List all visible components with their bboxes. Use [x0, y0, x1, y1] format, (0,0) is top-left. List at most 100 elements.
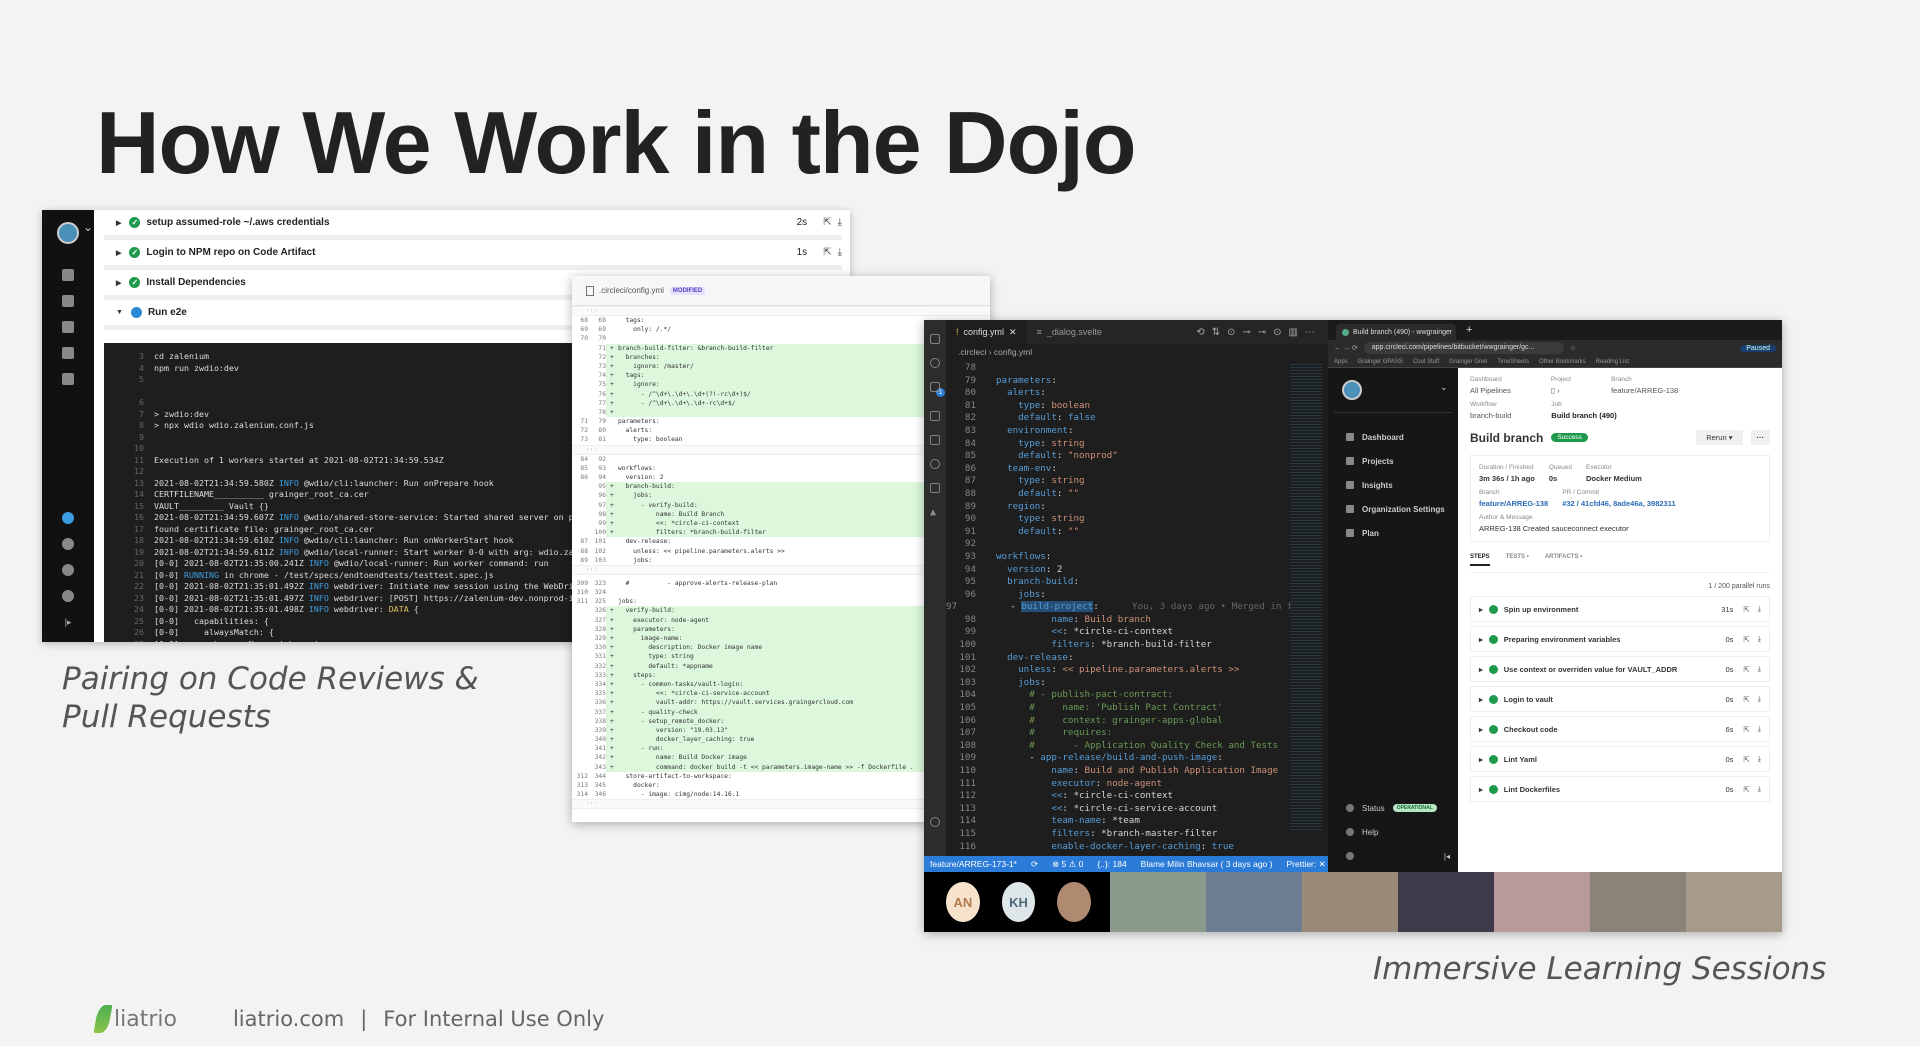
step-row[interactable]: ▶ ✓ setup assumed-role ~/.aws credentials 2… — [104, 210, 842, 240]
crumb-project[interactable]: ▯ › — [1551, 386, 1571, 395]
bookmark[interactable]: TimeSheets — [1497, 359, 1529, 365]
browser-tab[interactable]: Build branch (490) - wwgrainger — [1336, 324, 1456, 340]
expand-arrow-icon[interactable]: ▸ — [1479, 665, 1483, 674]
bookmark[interactable]: Reading List — [1596, 359, 1629, 365]
expand-arrow-icon[interactable]: ▶ — [116, 219, 121, 227]
plan-icon[interactable] — [62, 373, 74, 385]
user-icon[interactable] — [62, 590, 74, 602]
expand-arrow-icon[interactable]: ▸ — [1479, 725, 1483, 734]
nav-item[interactable]: Projects — [1346, 449, 1458, 473]
url-bar[interactable]: app.circleci.com/pipelines/bitbucket/wwg… — [1363, 342, 1564, 354]
expand-arrow-icon[interactable]: ▸ — [1479, 695, 1483, 704]
open-external-icon[interactable]: ⇱ — [1743, 725, 1749, 734]
status-icon[interactable] — [62, 538, 74, 550]
bookmark[interactable]: Grainger GPASS — [1358, 359, 1403, 365]
bookmark[interactable]: Cool Stuff — [1413, 359, 1439, 365]
editor-toolbar[interactable]: ⟲⇅⊙⊸⊸⊙▥⋯ — [1196, 327, 1328, 338]
job-step-row[interactable]: ▸ Use context or overriden value for VAUL… — [1470, 656, 1770, 682]
download-icon[interactable]: ⤓ — [838, 247, 842, 258]
commit-links[interactable]: 41cfd46, 8ade46a, 3982311 — [1581, 499, 1676, 508]
step-row[interactable]: ▶ ✓ Login to NPM repo on Code Artifact 1s ⇱ ⤓ — [104, 240, 842, 270]
job-step-row[interactable]: ▸ Spin up environment 31s ⇱ ⤓ — [1470, 596, 1770, 622]
job-step-row[interactable]: ▸ Lint Yaml 0s ⇱ ⤓ — [1470, 746, 1770, 772]
problems-status[interactable]: ⊗ 5 ⚠ 0 — [1052, 859, 1083, 870]
open-external-icon[interactable]: ⇱ — [1743, 665, 1749, 674]
download-icon[interactable]: ⤓ — [1758, 724, 1761, 734]
expand-arrow-icon[interactable]: ▼ — [116, 309, 123, 316]
new-tab-button[interactable]: + — [1466, 324, 1472, 336]
insights-icon[interactable] — [62, 321, 74, 333]
status-link[interactable]: Status OPERATIONAL — [1346, 796, 1450, 820]
explorer-icon[interactable] — [930, 334, 940, 344]
job-step-row[interactable]: ▸ Checkout code 6s ⇱ ⤓ — [1470, 716, 1770, 742]
extensions-icon[interactable] — [930, 435, 940, 445]
expand-arrow-icon[interactable]: ▶ — [116, 279, 121, 287]
open-external-icon[interactable]: ⇱ — [823, 247, 831, 258]
help-link[interactable]: Help — [1346, 820, 1450, 844]
crumb-branch[interactable]: feature/ARREG-138 — [1611, 386, 1678, 395]
job-step-row[interactable]: ▸ Lint Dockerfiles 0s ⇱ ⤓ — [1470, 776, 1770, 802]
dashboard-icon[interactable] — [62, 269, 74, 281]
job-step-row[interactable]: ▸ Preparing environment variables 0s ⇱ ⤓ — [1470, 626, 1770, 652]
expand-arrow-icon[interactable]: ▸ — [1479, 755, 1483, 764]
open-external-icon[interactable]: ⇱ — [823, 217, 831, 228]
expand-arrow-icon[interactable]: ▸ — [1479, 605, 1483, 614]
open-external-icon[interactable]: ⇱ — [1743, 755, 1749, 764]
crumb-all-pipelines[interactable]: All Pipelines — [1470, 386, 1511, 395]
crumb-workflow[interactable]: branch-build — [1470, 411, 1511, 420]
bookmark[interactable]: Grainger Gnet — [1449, 359, 1487, 365]
code-lines[interactable]: 78 79 parameters: 80 alerts: 81 type: boolea… — [946, 362, 1292, 853]
download-icon[interactable]: ⤓ — [1758, 754, 1761, 764]
rerun-button[interactable]: Rerun ▾ — [1696, 430, 1743, 445]
open-external-icon[interactable]: ⇱ — [1743, 635, 1749, 644]
collapse-icon[interactable]: |◂ — [1444, 852, 1450, 861]
braces-status[interactable]: {..}: 184 — [1097, 859, 1126, 869]
chevron-down-icon[interactable]: ⌄ — [1440, 382, 1448, 393]
tab-dialog-svelte[interactable]: ≡ _dialog.svelte — [1027, 320, 1112, 344]
tab-artifacts[interactable]: ARTIFACTS • — [1545, 554, 1582, 566]
org-avatar-icon[interactable] — [1342, 380, 1362, 400]
expand-hunk-button[interactable]: ··· — [572, 306, 990, 316]
prettier-status[interactable]: Prettier: ✕ — [1286, 859, 1325, 870]
account-row[interactable]: |◂ — [1346, 844, 1450, 868]
job-step-row[interactable]: ▸ Login to vault 0s ⇱ ⤓ — [1470, 686, 1770, 712]
source-control-icon[interactable] — [930, 382, 940, 392]
download-icon[interactable]: ⤓ — [1758, 604, 1761, 614]
search-icon[interactable] — [930, 358, 940, 368]
help-icon[interactable] — [62, 564, 74, 576]
expand-arrow-icon[interactable]: ▸ — [1479, 785, 1483, 794]
tab-steps[interactable]: STEPS — [1470, 554, 1490, 566]
nav-item[interactable]: Organization Settings — [1346, 497, 1458, 521]
settings-gear-icon[interactable] — [930, 817, 940, 827]
sync-icon[interactable]: ⟳ — [1031, 859, 1038, 870]
download-icon[interactable]: ⤓ — [1758, 694, 1761, 704]
close-icon[interactable]: ✕ — [1009, 327, 1017, 338]
crumb-job[interactable]: Build branch (490) — [1551, 411, 1616, 420]
collapse-icon[interactable]: |▸ — [62, 616, 74, 628]
nav-item[interactable]: Insights — [1346, 473, 1458, 497]
bookmark[interactable]: Other Bookmarks — [1539, 359, 1586, 365]
git-graph-icon[interactable] — [930, 459, 940, 469]
pr-link[interactable]: #32 — [1562, 499, 1575, 508]
open-external-icon[interactable]: ⇱ — [1743, 695, 1749, 704]
download-icon[interactable]: ⤓ — [1758, 664, 1761, 674]
run-debug-icon[interactable] — [930, 411, 940, 421]
star-icon[interactable]: ☆ — [1570, 344, 1576, 352]
azure-icon[interactable]: ▲ — [930, 507, 940, 518]
tab-config-yml[interactable]: ! config.yml ✕ — [946, 320, 1027, 344]
nav-item[interactable]: Plan — [1346, 521, 1458, 545]
nav-item[interactable]: Dashboard — [1346, 425, 1458, 449]
open-external-icon[interactable]: ⇱ — [1743, 785, 1749, 794]
bookmark[interactable]: Apps — [1334, 359, 1348, 365]
download-icon[interactable]: ⤓ — [1758, 634, 1761, 644]
blame-status[interactable]: Blame Milin Bhavsar ( 3 days ago ) — [1141, 859, 1273, 869]
gear-icon[interactable] — [62, 347, 74, 359]
nav-buttons[interactable]: ← → ⟳ — [1334, 344, 1358, 352]
download-icon[interactable]: ⤓ — [838, 217, 842, 228]
docker-icon[interactable] — [930, 483, 940, 493]
org-avatar-icon[interactable] — [57, 220, 93, 244]
minimap[interactable] — [1290, 362, 1322, 832]
branch-link[interactable]: feature/ARREG-138 — [1479, 499, 1548, 508]
download-icon[interactable]: ⤓ — [1758, 784, 1761, 794]
profile-button[interactable]: Paused — [1740, 344, 1776, 352]
